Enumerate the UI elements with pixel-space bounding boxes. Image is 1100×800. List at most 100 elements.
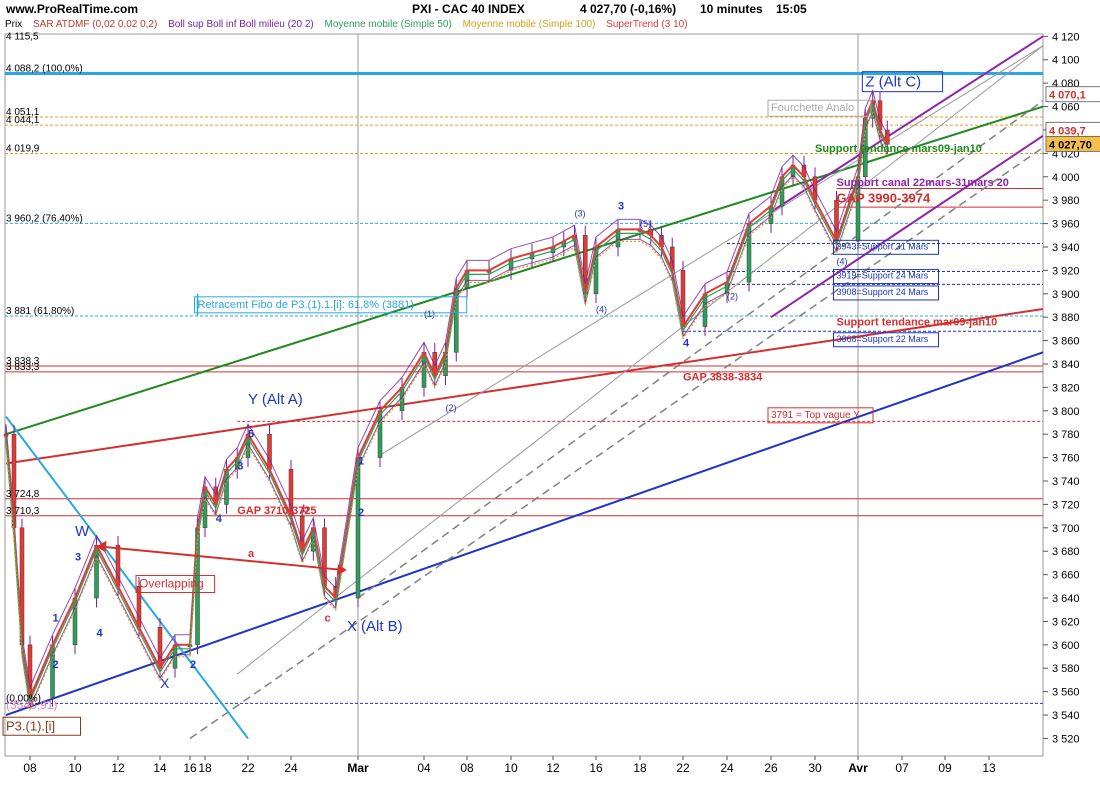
annotation: (2) bbox=[727, 292, 738, 302]
x-tick-label: 12 bbox=[111, 761, 125, 775]
annotation: 3 bbox=[237, 460, 243, 472]
annotation: GAP 3838-3834 bbox=[683, 371, 763, 383]
annotation: 1 bbox=[53, 612, 59, 624]
annotation: 4 bbox=[683, 337, 690, 349]
annotation: (1) bbox=[424, 309, 435, 319]
annotation: 3791 = Top vague Y bbox=[771, 410, 860, 421]
level-label: 3 881 (61,80%) bbox=[6, 306, 74, 317]
annotation: a bbox=[248, 548, 255, 560]
annotation: 3943=Support 31 Mars bbox=[837, 241, 929, 251]
y-tick-label: 3 620 bbox=[1052, 616, 1080, 628]
annotation: Retracemt Fibo de P3.(1).1.[i]: 61,8% (3… bbox=[198, 299, 414, 311]
y-tick-label: 3 840 bbox=[1052, 359, 1080, 371]
y-tick-label: 3 700 bbox=[1052, 523, 1080, 535]
level-label: 3 710,3 bbox=[6, 506, 40, 517]
y-tick-label: 3 880 bbox=[1052, 312, 1080, 324]
annotation: Fourchette Analo bbox=[771, 102, 854, 114]
annotation: X bbox=[160, 675, 170, 691]
x-tick-label: 30 bbox=[808, 761, 822, 775]
y-tick-label: 3 720 bbox=[1052, 499, 1080, 511]
annotation: 2 bbox=[53, 659, 59, 671]
y-tick-label: 3 560 bbox=[1052, 687, 1080, 699]
annotation: 3 bbox=[75, 552, 81, 564]
x-tick-label: 14 bbox=[153, 761, 167, 775]
y-tick-label: 3 760 bbox=[1052, 453, 1080, 465]
price-label: 4 039,7 bbox=[1049, 125, 1086, 137]
x-tick-label: 16 bbox=[589, 761, 603, 775]
annotation: W bbox=[75, 523, 90, 540]
level-label: 3 724,8 bbox=[6, 489, 40, 500]
y-tick-label: 4 120 bbox=[1052, 31, 1080, 43]
x-tick-label: 09 bbox=[938, 761, 952, 775]
annotation: c bbox=[325, 612, 331, 624]
x-tick-label: Mar bbox=[347, 761, 369, 775]
annotation: Support canal 22mars-31mars 20 bbox=[837, 177, 1009, 189]
price-chart[interactable]: Y (Alt A) X (Alt B) W X Retracemt Fibo de P3… bbox=[0, 0, 1100, 800]
y-tick-label: 3 600 bbox=[1052, 640, 1080, 652]
x-tick-label: 08 bbox=[460, 761, 474, 775]
annotation: (4) bbox=[596, 305, 607, 315]
annotation: 2 bbox=[358, 507, 364, 519]
x-tick-label: 12 bbox=[546, 761, 560, 775]
price-label: 4 070,1 bbox=[1049, 90, 1086, 102]
x-tick-label: 22 bbox=[676, 761, 690, 775]
annotation: 3868=Support 22 Mars bbox=[837, 334, 929, 344]
annotation: 1 bbox=[358, 456, 364, 468]
y-tick-label: 3 740 bbox=[1052, 476, 1080, 488]
annotation: (2) bbox=[446, 403, 457, 413]
x-tick-label: 10 bbox=[504, 761, 518, 775]
x-tick-label: 07 bbox=[895, 761, 909, 775]
price-label: 4 027,70 bbox=[1049, 139, 1092, 151]
level-label: 3 960,2 (76,40%) bbox=[6, 213, 83, 224]
y-tick-label: 3 960 bbox=[1052, 219, 1080, 231]
price-bar-body bbox=[615, 229, 621, 248]
y-tick-label: 3 680 bbox=[1052, 546, 1080, 558]
annotation: P3.(1).[i] bbox=[6, 718, 55, 733]
annotation: Z (Alt C) bbox=[865, 74, 921, 91]
annotation: 2 bbox=[190, 659, 196, 671]
annotation: X (Alt B) bbox=[347, 618, 403, 635]
y-tick-label: 3 980 bbox=[1052, 195, 1080, 207]
x-tick-label: 13 bbox=[982, 761, 996, 775]
x-tick-label: 26 bbox=[764, 761, 778, 775]
annotation: 3 bbox=[618, 201, 624, 213]
annotation: b bbox=[302, 504, 309, 516]
annotation: (5) bbox=[640, 219, 651, 229]
level-label: 4 115,5 bbox=[6, 32, 39, 43]
x-tick-label: 04 bbox=[417, 761, 431, 775]
y-tick-label: 3 920 bbox=[1052, 265, 1080, 277]
x-tick-label: 18 bbox=[633, 761, 647, 775]
y-tick-label: 3 860 bbox=[1052, 336, 1080, 348]
y-tick-label: 3 540 bbox=[1052, 710, 1080, 722]
level-label: 4 088,2 (100,0%) bbox=[6, 64, 83, 75]
level-label: 3 833,3 bbox=[6, 362, 40, 373]
x-tick-label: Avr bbox=[848, 761, 868, 775]
level-label: (0,00%) bbox=[6, 693, 41, 704]
annotation: Y (Alt A) bbox=[248, 391, 303, 408]
annotation: Support tendance mars09-jan10 bbox=[815, 143, 982, 155]
annotation: 4 bbox=[216, 513, 223, 525]
x-tick-label: 08 bbox=[23, 761, 37, 775]
y-tick-label: 4 000 bbox=[1052, 172, 1080, 184]
x-tick-label: 22 bbox=[241, 761, 255, 775]
y-tick-label: 3 780 bbox=[1052, 429, 1080, 441]
price-bar-body bbox=[157, 627, 163, 669]
y-tick-label: 3 580 bbox=[1052, 663, 1080, 675]
annotation: (3) bbox=[575, 209, 586, 219]
annotation: 3919=Support 24 Mars bbox=[837, 271, 929, 281]
x-tick-label: 24 bbox=[720, 761, 734, 775]
x-tick-label: 18 bbox=[198, 761, 212, 775]
y-tick-label: 3 940 bbox=[1052, 242, 1080, 254]
annotation: 5 bbox=[248, 429, 254, 441]
level-label: 4 044,1 bbox=[6, 115, 40, 126]
annotation: 4 bbox=[97, 628, 104, 640]
x-tick-label: 16 bbox=[183, 761, 197, 775]
annotation: Overlapping bbox=[139, 576, 204, 590]
annotation: GAP 3990-3974 bbox=[837, 191, 931, 206]
y-tick-label: 4 060 bbox=[1052, 102, 1080, 114]
y-tick-label: 3 820 bbox=[1052, 382, 1080, 394]
y-tick-label: 3 900 bbox=[1052, 289, 1080, 301]
y-tick-label: 3 640 bbox=[1052, 593, 1080, 605]
annotation: (4) bbox=[837, 257, 848, 267]
y-tick-label: 3 800 bbox=[1052, 406, 1080, 418]
